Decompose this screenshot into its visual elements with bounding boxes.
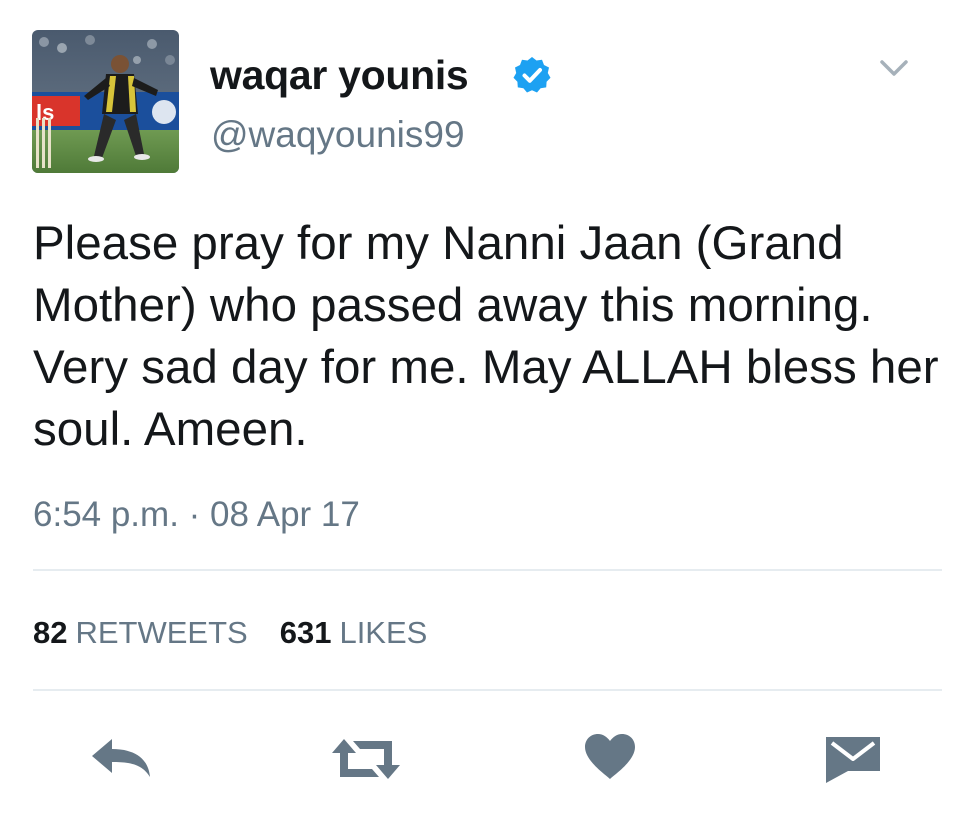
reply-icon [92,739,150,777]
reply-button[interactable] [90,737,154,779]
retweet-icon [332,739,400,779]
timestamp[interactable]: 6:54 p.m. · 08 Apr 17 [33,494,360,536]
retweets-stat[interactable]: 82 RETWEETS [33,615,248,650]
retweet-button[interactable] [330,737,402,781]
divider [33,569,942,571]
handle[interactable]: @waqyounis99 [211,113,465,157]
tweet-stats: 82 RETWEETS 631 LIKES [33,613,427,653]
chevron-down-icon[interactable] [874,54,914,84]
like-button[interactable] [583,733,637,781]
verified-badge-icon [513,57,551,93]
heart-icon [585,734,635,779]
direct-message-button[interactable] [824,735,882,785]
divider [33,689,942,691]
envelope-icon [826,737,880,783]
display-name[interactable]: waqar younis [210,50,469,100]
likes-label: LIKES [339,615,428,650]
tweet-text: Please pray for my Nanni Jaan (Grand Mot… [33,217,939,456]
avatar-photo: ls [32,30,179,173]
avatar[interactable]: ls [32,30,179,173]
retweets-label: RETWEETS [75,615,248,650]
likes-stat[interactable]: 631 LIKES [280,615,428,650]
retweets-count: 82 [33,615,68,650]
likes-count: 631 [279,615,332,650]
